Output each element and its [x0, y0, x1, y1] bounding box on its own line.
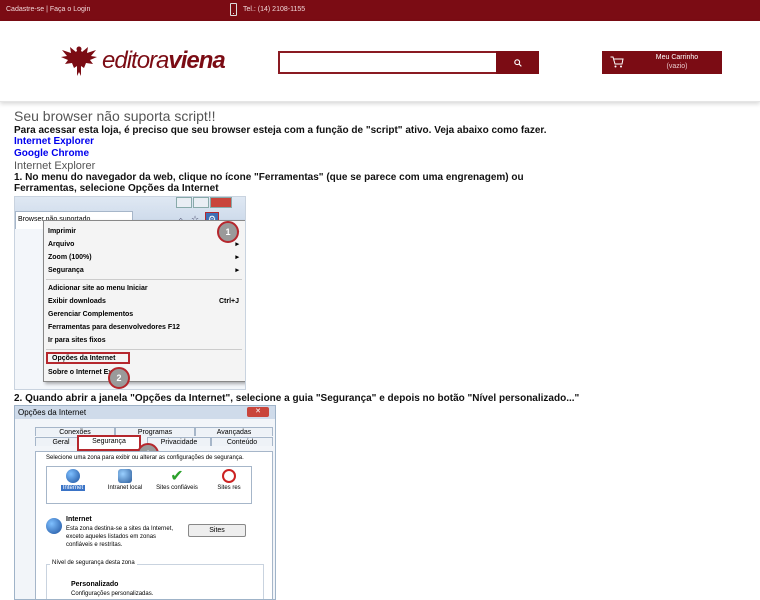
menu-separator — [46, 349, 242, 350]
close-icon — [210, 197, 232, 208]
zone-list: Internet Intranet local ✔ Sites confiáve… — [46, 466, 252, 504]
security-level-box: Nível de segurança desta zona Personaliz… — [46, 560, 264, 599]
zone-trusted-label: Sites confiáveis — [156, 485, 198, 491]
zone-prompt: Selecione uma zona para exibir ou altera… — [46, 455, 244, 461]
globe-icon — [66, 469, 80, 483]
menu-item-print[interactable]: Imprimir▸ — [44, 225, 243, 238]
cart-status: (vazio) — [666, 63, 688, 70]
level-name: Personalizado — [71, 581, 119, 588]
level-label: Nível de segurança desta zona — [50, 560, 137, 566]
globe-icon — [46, 518, 62, 534]
step-2-tab-name: "Segurança" — [315, 393, 377, 404]
logo-text: editoraviena — [102, 47, 226, 75]
menu-item-about-ie[interactable]: Sobre o Internet Ex — [44, 366, 243, 379]
zone-intranet[interactable]: Intranet local — [101, 469, 149, 491]
menu-item-devtools[interactable]: Ferramentas para desenvolvedores F12 — [44, 321, 243, 334]
site-header: editoraviena Meu Carrinho (vazio) — [0, 21, 760, 102]
step-2-mid: , selecione a guia — [230, 393, 316, 404]
search-input[interactable] — [278, 51, 498, 74]
menu-item-downloads[interactable]: Exibir downloads Ctrl+J — [44, 295, 243, 308]
close-icon: ✕ — [247, 407, 269, 417]
menu-item-security[interactable]: Segurança ▸ — [44, 264, 243, 277]
logo-prefix: editora — [102, 47, 169, 74]
tab-content[interactable]: Conteúdo — [211, 437, 273, 446]
tab-privacy[interactable]: Privacidade — [147, 437, 211, 446]
phone-number: Tel.: (14) 2108-1155 — [243, 6, 306, 13]
account-links: Cadastre-se | Faça o Login — [6, 6, 90, 13]
phone-info: Tel.: (14) 2108-1155 — [230, 3, 305, 16]
menu-item-file[interactable]: Arquivo ▸ — [44, 238, 243, 251]
maximize-icon — [193, 197, 209, 208]
search-icon — [513, 58, 522, 67]
level-description: Configurações personalizadas. — [71, 591, 154, 597]
register-link[interactable]: Cadastre-se — [6, 6, 44, 13]
step-2-text: 2. Quando abrir a janela "Opções da Inte… — [14, 393, 579, 404]
minimize-icon — [176, 197, 192, 208]
step-2-prefix: 2. Quando abrir a janela — [14, 393, 131, 404]
link-internet-explorer[interactable]: Internet Explorer — [14, 136, 754, 148]
dialog-title: Opções da Internet — [15, 406, 275, 419]
menu-item-zoom[interactable]: Zoom (100%) ▸ — [44, 251, 243, 264]
intro-text: Para acessar esta loja, é preciso que se… — [14, 125, 547, 136]
logo[interactable]: editoraviena — [60, 44, 226, 78]
zone-restricted-label: Sites res — [217, 485, 241, 491]
noscript-content: Seu browser não suporta script!! Para ac… — [14, 108, 754, 194]
phone-icon — [230, 3, 237, 16]
menu-item-add-site[interactable]: Adicionar site ao menu Iniciar — [44, 282, 243, 295]
cart-button[interactable]: Meu Carrinho (vazio) — [602, 51, 722, 74]
step-marker-2: 2 — [108, 367, 130, 389]
zone-trusted[interactable]: ✔ Sites confiáveis — [153, 468, 201, 492]
page-heading: Seu browser não suporta script!! — [14, 108, 216, 124]
cart-icon — [610, 56, 624, 68]
menu-item-addons[interactable]: Gerenciar Complementos — [44, 308, 243, 321]
internet-options-screenshot: Opções da Internet ✕ Conexões Programas … — [14, 405, 276, 600]
cart-title: Meu Carrinho — [655, 54, 699, 61]
menu-item-pinned-sites[interactable]: Ir para sites fixos — [44, 334, 243, 347]
step-marker-1: 1 — [217, 221, 239, 243]
zone-description: Esta zona destina-se a sites da Internet… — [66, 526, 174, 548]
step-2-suffix: e depois no botão "Nível personalizado..… — [376, 393, 580, 404]
security-panel: Selecione uma zona para exibir ou altera… — [35, 451, 273, 599]
zone-restricted[interactable]: Sites res — [205, 469, 253, 491]
step-1-text: 1. No menu do navegador da web, clique n… — [14, 172, 524, 194]
section-title: Internet Explorer — [14, 160, 96, 172]
checkmark-icon: ✔ — [170, 468, 184, 485]
link-divider: | — [46, 6, 48, 13]
intranet-icon — [118, 469, 132, 483]
window-controls — [175, 197, 232, 208]
restricted-icon — [222, 469, 236, 483]
sites-button[interactable]: Sites — [188, 524, 246, 537]
step-2-dialog-name: "Opções da Internet" — [130, 393, 231, 404]
search-bar — [278, 51, 539, 74]
search-button[interactable] — [496, 51, 539, 74]
zone-title: Internet — [66, 516, 92, 523]
login-link[interactable]: Faça o Login — [50, 6, 90, 13]
zone-internet-label: Internet — [60, 485, 86, 491]
logo-suffix: viena — [168, 47, 225, 74]
tools-menu: Imprimir▸ Arquivo▸ Zoom (100%)▸ Seguranç… — [43, 220, 245, 382]
link-google-chrome[interactable]: Google Chrome — [14, 148, 754, 160]
zone-internet[interactable]: Internet — [49, 469, 97, 491]
top-bar: Cadastre-se | Faça o Login Tel.: (14) 21… — [0, 0, 760, 21]
zone-intranet-label: Intranet local — [107, 485, 143, 491]
eagle-logo-icon — [61, 46, 97, 76]
menu-separator — [46, 279, 242, 280]
ie-menu-screenshot: Browser não suportado ⌂ ☆ ⚙ Imprimir▸ Ar… — [14, 196, 246, 390]
tab-security[interactable]: Segurança — [77, 435, 141, 451]
tab-advanced[interactable]: Avançadas — [195, 427, 273, 436]
menu-item-internet-options[interactable]: Opções da Internet — [46, 352, 130, 364]
